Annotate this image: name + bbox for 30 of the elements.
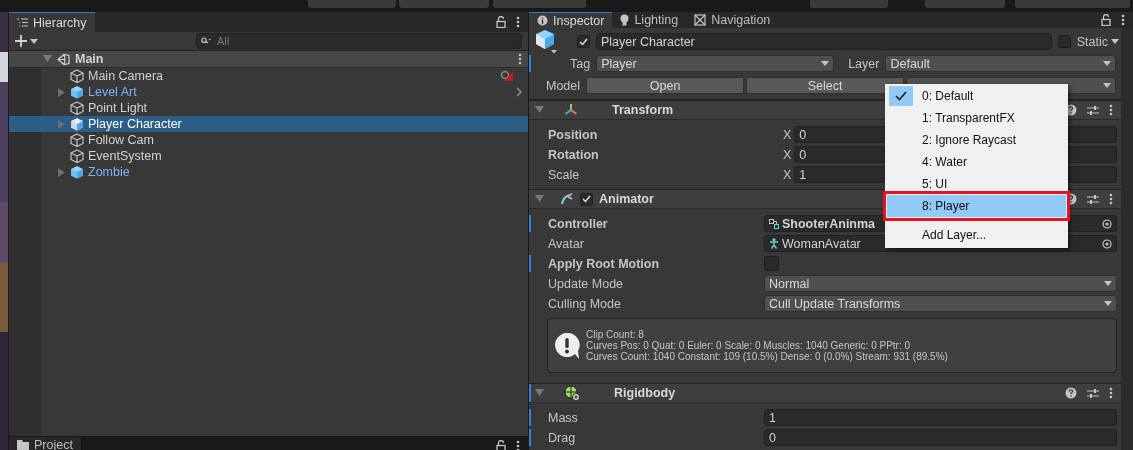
- info-text: Clip Count: 8: [586, 329, 644, 340]
- property-label: Controller: [547, 216, 609, 231]
- property-label: Update Mode: [547, 276, 625, 291]
- info-text: Curves Pos: 0 Quat: 0 Euler: 0 Scale: 0 Muscles: 1040 Generic: 0 PPtr: 0: [586, 340, 912, 351]
- info-text: Curves Count: 1040 Constant: 109 (10.5%) Dense: 0 (0.0%) Stream: 931 (89.5%): [586, 351, 948, 362]
- item-name: Zombie: [88, 165, 131, 179]
- item-name: Follow Cam: [88, 133, 155, 147]
- model-label: Model: [546, 78, 581, 93]
- property-label: Mass: [547, 410, 579, 425]
- component-title: Animator: [599, 192, 654, 206]
- axis-label: X: [782, 127, 792, 142]
- property-label: Drag: [547, 430, 577, 445]
- item-name: Point Light: [88, 101, 149, 115]
- component-title: Rigidbody: [614, 386, 676, 400]
- tag-label: Tag: [570, 56, 591, 71]
- item-name: EventSystem: [88, 149, 163, 163]
- item-name: Main Camera: [88, 69, 165, 83]
- item-name: Level Art: [88, 85, 138, 99]
- property-label: Scale: [547, 167, 581, 182]
- property-label: Culling Mode: [547, 296, 622, 311]
- property-label: Apply Root Motion: [547, 256, 661, 271]
- property-label: Position: [547, 127, 599, 142]
- axis-label: X: [782, 167, 792, 182]
- component-title: Transform: [612, 103, 674, 117]
- property-label: Rotation: [547, 147, 600, 162]
- axis-label: X: [782, 147, 792, 162]
- layer-label: Layer: [848, 56, 880, 71]
- item-name: Player Character: [88, 117, 183, 131]
- scene-name: Main: [75, 52, 105, 66]
- property-label: Avatar: [547, 236, 585, 251]
